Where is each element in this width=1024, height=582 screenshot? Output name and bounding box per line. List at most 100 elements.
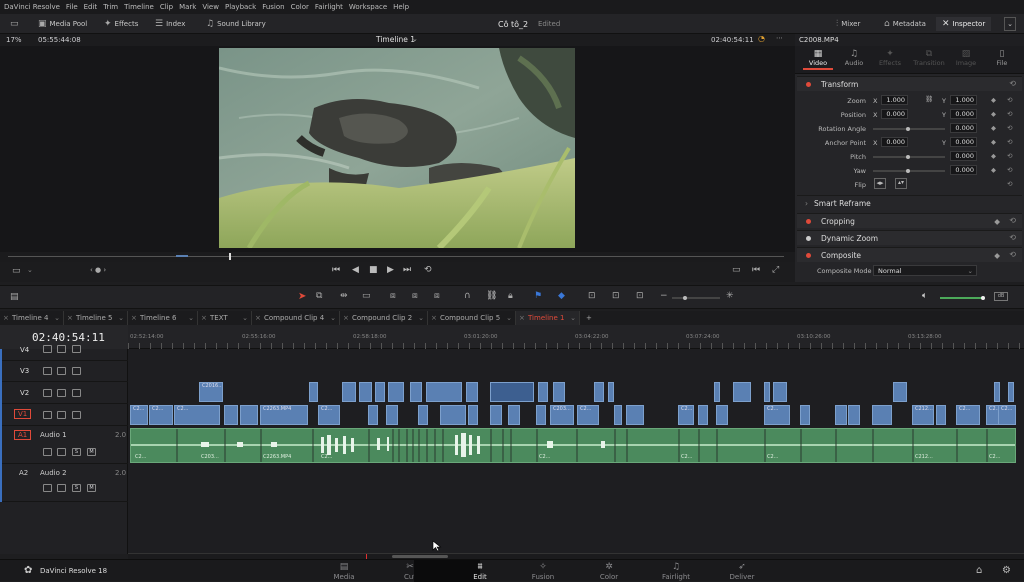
timeline-clip[interactable]: C2016... [199, 382, 223, 402]
chevron-down-icon[interactable]: ⌄ [412, 35, 418, 43]
pitch-slider-knob[interactable] [906, 155, 910, 159]
timeline-clip[interactable] [490, 405, 502, 425]
effects-button[interactable]: ✦ Effects [104, 17, 138, 31]
track-toggle-icon[interactable] [72, 411, 81, 419]
volume-knob[interactable] [981, 296, 985, 300]
keyframe-icon[interactable]: ◆ [991, 166, 996, 174]
mixer-button[interactable]: ⫶ Mixer [836, 17, 860, 31]
timeline-clip[interactable] [240, 405, 258, 425]
mute-button[interactable]: M [87, 448, 96, 456]
timeline-clip[interactable] [536, 405, 546, 425]
monitor-icon[interactable]: ▭ [10, 17, 19, 31]
timeline-clip[interactable] [848, 405, 860, 425]
audio-meter-icon[interactable]: dB [994, 292, 1008, 301]
position-x-field[interactable]: 0.000 [881, 109, 908, 119]
viewer-mode-icon[interactable]: ▭ [12, 266, 21, 276]
yaw-field[interactable]: 0.000 [950, 165, 977, 175]
viewer-timeline-name[interactable]: Timeline 1 [376, 35, 415, 44]
transform-section[interactable]: Transform ⟲ [797, 76, 1022, 91]
timeline-clip[interactable] [309, 382, 318, 402]
timeline-clip[interactable]: C2... [998, 405, 1016, 425]
fullscreen-icon[interactable]: ⤢ [772, 265, 779, 275]
yaw-slider-knob[interactable] [906, 169, 910, 173]
cropping-section[interactable]: Cropping ◆ ⟲ [797, 213, 1022, 228]
selection-tool-icon[interactable]: ➤ [298, 291, 306, 302]
prev-edit-icon[interactable]: ⏮ [752, 265, 760, 275]
lock-icon[interactable] [43, 448, 52, 456]
composite-mode-select[interactable]: Normal ⌄ [873, 265, 977, 276]
close-icon[interactable]: × [255, 314, 261, 322]
timeline-view-options-icon[interactable]: ▤ [10, 292, 19, 302]
jog-icon[interactable]: ‹ ● › [90, 266, 106, 274]
reset-icon[interactable]: ⟲ [1007, 96, 1012, 104]
timeline-clip[interactable] [800, 405, 810, 425]
reset-icon[interactable]: ⟲ [1009, 216, 1016, 225]
timeline-clip[interactable] [386, 405, 398, 425]
timeline-clip[interactable] [224, 405, 238, 425]
close-icon[interactable]: × [131, 314, 137, 322]
lock-icon[interactable] [43, 389, 52, 397]
track-toggle-icon[interactable] [72, 389, 81, 397]
reset-icon[interactable]: ⟲ [1007, 152, 1012, 160]
skip-back-icon[interactable]: ⏮ [332, 265, 340, 275]
collapse-icon[interactable]: ⌄ [1004, 17, 1016, 31]
menu-file[interactable]: File [66, 3, 78, 11]
enable-toggle-icon[interactable] [806, 236, 811, 241]
page-media[interactable]: ▤ Media [284, 560, 354, 582]
timeline-clip[interactable] [835, 405, 847, 425]
menu-view[interactable]: View [202, 3, 219, 11]
reset-icon[interactable]: ⟲ [1007, 180, 1012, 188]
menu-edit[interactable]: Edit [84, 3, 98, 11]
auto-select-icon[interactable] [57, 448, 66, 456]
solo-button[interactable]: S [72, 484, 81, 492]
viewer-playhead[interactable] [229, 253, 231, 260]
timeline-clip[interactable]: C2... [678, 405, 694, 425]
flip-horizontal-icon[interactable]: ◂▸ [874, 178, 886, 189]
timeline-clip[interactable] [698, 405, 708, 425]
tab-timeline-5[interactable]: × Timeline 5 ⌄ [64, 311, 128, 325]
add-tab-icon[interactable]: + [580, 311, 600, 325]
zoom-detail-icon[interactable]: ⊡ [612, 291, 620, 301]
zoom-custom-icon[interactable]: ⊡ [636, 291, 644, 301]
skip-forward-icon[interactable]: ⏭ [403, 265, 411, 275]
zoom-x-field[interactable]: 1.000 [881, 95, 908, 105]
timeline-clip[interactable] [368, 405, 378, 425]
overwrite-clip-icon[interactable]: ⧈ [412, 291, 418, 301]
enable-toggle-icon[interactable] [806, 219, 811, 224]
tab-effects[interactable]: ✦ Effects [875, 49, 905, 67]
composite-section[interactable]: Composite ◆ ⟲ [797, 247, 1022, 262]
solo-button[interactable]: S [72, 448, 81, 456]
play-icon[interactable]: ▶ [387, 265, 394, 275]
rotation-field[interactable]: 0.000 [950, 123, 977, 133]
keyframe-icon[interactable]: ◆ [994, 217, 1000, 226]
timeline-clip[interactable] [716, 405, 728, 425]
menu-clip[interactable]: Clip [160, 3, 173, 11]
link-icon[interactable]: ⛓ [925, 95, 933, 103]
timeline-clip[interactable] [418, 405, 428, 425]
timeline-clip[interactable] [468, 405, 478, 425]
menu-mark[interactable]: Mark [179, 3, 196, 11]
keyframe-icon[interactable]: ◆ [991, 124, 996, 132]
page-fusion[interactable]: ✧ Fusion [483, 560, 554, 582]
stop-icon[interactable]: ■ [369, 265, 378, 275]
anchor-x-field[interactable]: 0.000 [881, 137, 908, 147]
linked-selection-icon[interactable]: ⛓ [486, 291, 497, 301]
source-patch-v1[interactable]: V1 [14, 409, 32, 419]
menu-help[interactable]: Help [393, 3, 409, 11]
flip-vertical-icon[interactable]: ▴▾ [895, 178, 907, 189]
gear-icon[interactable]: ⚙ [1002, 565, 1011, 576]
menu-timeline[interactable]: Timeline [124, 3, 154, 11]
metadata-button[interactable]: ⌂ Metadata [884, 17, 926, 31]
mute-button[interactable]: M [87, 484, 96, 492]
close-icon[interactable]: × [67, 314, 73, 322]
tab-compound-clip-5[interactable]: × Compound Clip 5 ⌄ [428, 311, 516, 325]
reset-icon[interactable]: ⟲ [1007, 138, 1012, 146]
more-icon[interactable]: ⋯ [776, 34, 783, 42]
timeline-clip[interactable] [872, 405, 892, 425]
timeline-clip[interactable] [359, 382, 372, 402]
timeline-clip[interactable] [608, 382, 614, 402]
timeline-clip[interactable] [764, 382, 770, 402]
reset-icon[interactable]: ⟲ [1009, 79, 1016, 88]
timeline-clip[interactable] [936, 405, 946, 425]
tab-compound-clip-2[interactable]: × Compound Clip 2 ⌄ [340, 311, 428, 325]
